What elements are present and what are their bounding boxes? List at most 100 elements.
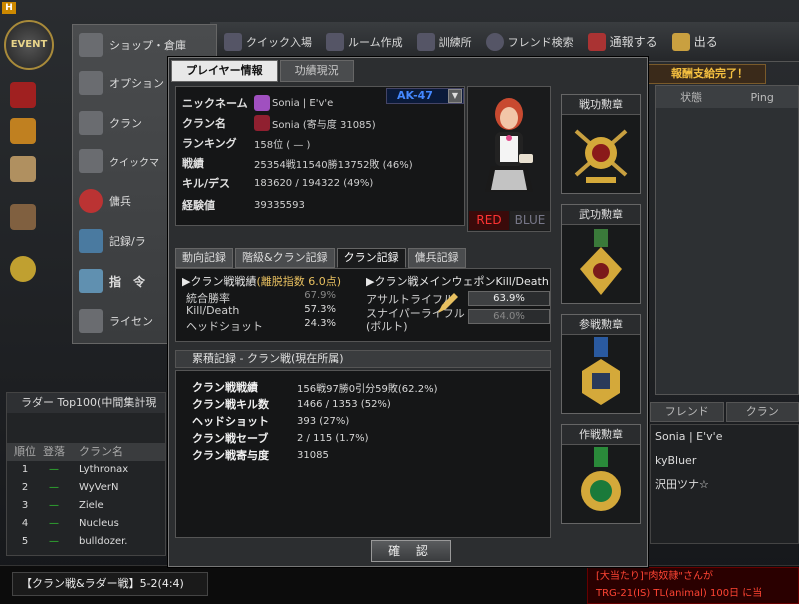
shop-icon bbox=[79, 33, 103, 57]
tab-activity-record[interactable]: 動向記録 bbox=[175, 248, 233, 268]
player-info-dialog: プレイヤー情報 功績現況 ニックネーム Sonia | E'v'e クラン名 Son… bbox=[168, 57, 648, 567]
medal-icon bbox=[581, 447, 621, 511]
chevron-down-icon[interactable]: ▼ bbox=[448, 89, 462, 103]
dropout-index: (離脱指数 6.0点) bbox=[256, 275, 342, 288]
list-item[interactable]: Sonia | E'v'e bbox=[651, 425, 798, 449]
record-subtabs: 動向記録 階級&クラン記録 クラン記録 傭兵記録 bbox=[175, 248, 551, 268]
table-row[interactable]: 2 — WyVerN bbox=[7, 479, 165, 497]
friend-search-button[interactable]: フレンド検索 bbox=[485, 32, 574, 51]
medal-card[interactable]: 作戦勲章 bbox=[561, 424, 641, 524]
quick-join-button[interactable]: クイック入場 bbox=[224, 32, 312, 51]
event-badge[interactable]: EVENT bbox=[4, 20, 54, 70]
clan-name-cell: Nucleus bbox=[79, 518, 119, 529]
medal-title: 武功勲章 bbox=[562, 205, 640, 225]
table-row[interactable]: 1 — Lythronax bbox=[7, 461, 165, 479]
confirm-button[interactable]: 確 認 bbox=[371, 540, 451, 562]
ticker-line: [大当たり]"肉奴隷"さんが bbox=[596, 571, 714, 582]
medal-column: 戦功勲章 武功勲章 参戦勲章 作戦勲章 bbox=[557, 86, 645, 552]
tab-clan[interactable]: クラン bbox=[725, 402, 799, 422]
clan-battle-title: ▶クラン戦戦績 bbox=[182, 275, 257, 288]
exp-row: 経験値 39335593 bbox=[182, 195, 305, 215]
tab-friend[interactable]: フレンド bbox=[650, 402, 724, 422]
headshot-rate-value: 24.3% bbox=[304, 318, 336, 329]
table-row[interactable]: 4 — Nucleus bbox=[7, 515, 165, 533]
pencil-icon bbox=[438, 293, 458, 313]
ranking-label: ランキング bbox=[182, 137, 237, 150]
create-room-label: ルーム作成 bbox=[348, 35, 403, 49]
status-column-header[interactable]: 状態 bbox=[680, 89, 702, 105]
clan-value: Sonia (寄与度 31085) bbox=[272, 119, 376, 131]
exp-label: 経験値 bbox=[182, 199, 215, 212]
stamp-icon[interactable] bbox=[10, 204, 36, 230]
record-value: 25354戦11540勝13752敗 (46%) bbox=[254, 159, 413, 171]
headshot-rate-label: ヘッドショット bbox=[186, 320, 263, 333]
list-item[interactable]: 沢田ツナ☆ bbox=[651, 473, 798, 497]
tab-player-info[interactable]: プレイヤー情報 bbox=[171, 60, 278, 82]
coin-icon[interactable] bbox=[10, 256, 36, 282]
medal-card[interactable]: 参戦勲章 bbox=[561, 314, 641, 414]
medal-title: 作戦勲章 bbox=[562, 425, 640, 445]
menu-mercenary-label: 傭兵 bbox=[109, 195, 131, 208]
menu-records-label: 記録/ラ bbox=[109, 235, 146, 248]
ping-column-header[interactable]: Ping bbox=[750, 91, 773, 104]
channel-button[interactable]: 【クラン戦&ラダー戦】5-2(4:4) bbox=[12, 572, 208, 596]
tab-rank-clan-record[interactable]: 階級&クラン記録 bbox=[235, 248, 335, 268]
cumulative-panel: クラン戦戦績 156戦97勝0引分59敗(62.2%) クラン戦キル数 1466 /… bbox=[175, 370, 551, 538]
create-room-button[interactable]: ルーム作成 bbox=[326, 32, 403, 51]
kd-value: 183620 / 194322 (49%) bbox=[254, 177, 374, 189]
kd-row: キル/デス 183620 / 194322 (49%) bbox=[182, 173, 373, 193]
cumulative-label: クラン戦戦績 bbox=[192, 381, 258, 394]
quickmatch-icon bbox=[79, 149, 103, 173]
cumulative-value: 31085 bbox=[297, 449, 329, 461]
cumulative-value: 393 (27%) bbox=[297, 415, 350, 427]
report-button[interactable]: 通報する bbox=[587, 32, 658, 51]
reward-notice: 報酬支給完了！ bbox=[648, 64, 766, 84]
clan-member-list: Sonia | E'v'e kyBluer 沢田ツナ☆ bbox=[650, 424, 799, 544]
ranking-row: ランキング 158位 ( — ) bbox=[182, 133, 310, 153]
exit-button[interactable]: 出る bbox=[671, 32, 718, 51]
clipboard-icon[interactable] bbox=[10, 156, 36, 182]
cumulative-label: クラン戦寄与度 bbox=[192, 449, 269, 462]
quick-join-label: クイック入場 bbox=[246, 35, 312, 49]
main-weapon-title: ▶クラン戦メインウェポンKill/Death bbox=[366, 275, 549, 288]
pause-icon[interactable] bbox=[10, 82, 36, 108]
move-cell: — bbox=[49, 500, 59, 511]
ladder-header: 順位 登落 クラン名 bbox=[7, 443, 165, 461]
profile-panel: ニックネーム Sonia | E'v'e クラン名 Sonia (寄与度 31085… bbox=[175, 86, 465, 226]
ticker-line: TRG-21(IS) TL(animal) 100日 に当 bbox=[596, 588, 763, 599]
records-icon bbox=[79, 229, 103, 253]
training-button[interactable]: 訓練所 bbox=[416, 32, 472, 51]
move-cell: — bbox=[49, 482, 59, 493]
list-item[interactable]: kyBluer bbox=[651, 449, 798, 473]
tab-clan-record[interactable]: クラン記録 bbox=[336, 248, 406, 268]
kd-rate-value: 57.3% bbox=[304, 304, 336, 315]
box-icon[interactable] bbox=[10, 118, 36, 144]
medal-card[interactable]: 戦功勲章 bbox=[561, 94, 641, 194]
table-row[interactable]: 5 — bulldozer. bbox=[7, 533, 165, 551]
soldiers-icon bbox=[224, 32, 242, 51]
menu-option-label: オプション bbox=[109, 77, 164, 90]
ranking-value: 158位 ( — ) bbox=[254, 139, 311, 151]
cumulative-row: クラン戦セーブ 2 / 115 (1.7%) bbox=[192, 430, 369, 446]
medal-title: 参戦勲章 bbox=[562, 315, 640, 335]
tab-achievements[interactable]: 功績現況 bbox=[279, 60, 354, 82]
cumulative-row: クラン戦キル数 1466 / 1353 (52%) bbox=[192, 396, 391, 412]
cumulative-row: クラン戦戦績 156戦97勝0引分59敗(62.2%) bbox=[192, 379, 437, 395]
clan-name-cell: Lythronax bbox=[79, 464, 129, 475]
medal-card[interactable]: 武功勲章 bbox=[561, 204, 641, 304]
rank-insignia-icon bbox=[254, 95, 270, 111]
exit-icon bbox=[671, 32, 690, 51]
announcement-ticker: [大当たり]"肉奴隷"さんが TRG-21(IS) TL(animal) 100… bbox=[587, 567, 799, 604]
search-icon bbox=[485, 32, 504, 51]
clan-column-header: クラン名 bbox=[79, 445, 123, 458]
app-logo: H bbox=[2, 2, 16, 14]
team-red-button[interactable]: RED bbox=[469, 211, 509, 230]
table-row[interactable]: 3 — Ziele bbox=[7, 497, 165, 515]
exp-value: 39335593 bbox=[254, 199, 305, 211]
team-blue-button[interactable]: BLUE bbox=[510, 211, 550, 230]
cumulative-value: 156戦97勝0引分59敗(62.2%) bbox=[297, 383, 438, 395]
rank-column-header: 順位 bbox=[14, 445, 36, 458]
exit-label: 出る bbox=[693, 35, 718, 49]
nickname-value: Sonia | E'v'e bbox=[272, 97, 334, 109]
tab-mercenary-record[interactable]: 傭兵記録 bbox=[407, 248, 466, 268]
